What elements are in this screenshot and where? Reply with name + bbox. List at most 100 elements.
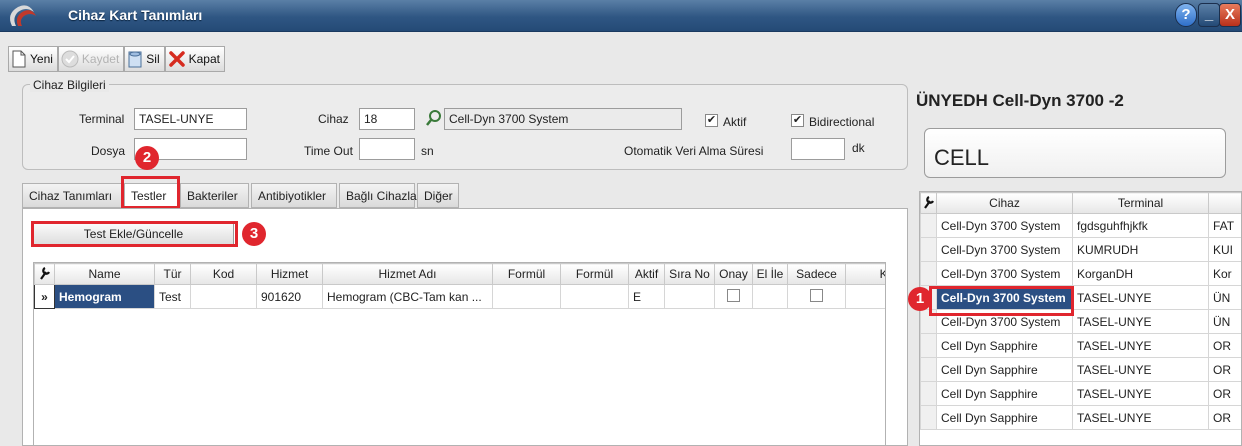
- device-row[interactable]: Cell Dyn Sapphire TASEL-UNYE OR: [920, 405, 1241, 430]
- cell-tur[interactable]: Test: [154, 284, 191, 309]
- cell-terminal[interactable]: fgdsguhfhjkfk: [1072, 213, 1209, 238]
- cell-cihaz[interactable]: Cell Dyn Sapphire: [936, 357, 1073, 382]
- magnifier-icon[interactable]: [425, 109, 443, 127]
- close-window-button[interactable]: X: [1219, 3, 1241, 27]
- device-id-input[interactable]: 18: [359, 108, 415, 130]
- title-bar: Cihaz Kart Tanımları ? _ X: [0, 0, 1242, 32]
- active-checkbox[interactable]: ✔: [705, 114, 718, 127]
- cell-terminal[interactable]: TASEL-UNYE: [1072, 333, 1209, 358]
- sadece-checkbox[interactable]: [810, 288, 823, 302]
- cell-extra[interactable]: OR: [1208, 357, 1241, 382]
- tab-connected-devices[interactable]: Bağlı Cihazlar: [339, 183, 421, 208]
- cell-formul-1[interactable]: [492, 284, 561, 309]
- table-row[interactable]: » Hemogram Test 901620 Hemogram (CBC-Tam…: [34, 284, 885, 309]
- document-icon: [12, 50, 26, 68]
- cell-sira-no[interactable]: [664, 284, 715, 309]
- cell-hizmet-adi[interactable]: Hemogram (CBC-Tam kan ...: [322, 284, 493, 309]
- new-button[interactable]: Yeni: [8, 46, 58, 72]
- col-sadece[interactable]: Sadece: [787, 263, 846, 285]
- cell-cihaz[interactable]: Cell-Dyn 3700 System: [936, 237, 1073, 262]
- col-terminal[interactable]: Terminal: [1072, 192, 1209, 214]
- device-row[interactable]: Cell Dyn Sapphire TASEL-UNYE OR: [920, 333, 1241, 358]
- tests-grid-header: Name Tür Kod Hizmet Hizmet Adı Formül Fo…: [34, 263, 885, 285]
- device-row[interactable]: Cell-Dyn 3700 System KorganDH Kor: [920, 261, 1241, 286]
- cell-terminal[interactable]: TASEL-UNYE: [1072, 309, 1209, 334]
- cell-sadece[interactable]: [787, 284, 846, 309]
- cell-terminal[interactable]: KUMRUDH: [1072, 237, 1209, 262]
- cell-formul-2[interactable]: [560, 284, 629, 309]
- highlight-selected-device: [929, 286, 1074, 316]
- cell-terminal[interactable]: TASEL-UNYE: [1072, 381, 1209, 406]
- row-indicator: [920, 381, 937, 406]
- cell-extra[interactable]: OR: [1208, 405, 1241, 430]
- tab-device-definitions[interactable]: Cihaz Tanımları: [22, 183, 122, 208]
- cell-name[interactable]: Hemogram: [54, 284, 155, 309]
- cell-extra[interactable]: FAT: [1208, 213, 1241, 238]
- col-el-ile[interactable]: El İle: [752, 263, 788, 285]
- device-name-field: Cell-Dyn 3700 System: [444, 108, 682, 130]
- device-grid-settings[interactable]: [920, 192, 937, 214]
- cell-kod[interactable]: [190, 284, 257, 309]
- cell-terminal[interactable]: KorganDH: [1072, 261, 1209, 286]
- help-button[interactable]: ?: [1175, 3, 1197, 27]
- cell-terminal[interactable]: TASEL-UNYE: [1072, 285, 1209, 310]
- cell-cihaz[interactable]: Cell-Dyn 3700 System: [936, 261, 1073, 286]
- highlight-tests-tab: [121, 176, 180, 209]
- terminal-input[interactable]: TASEL-UNYE: [134, 108, 247, 130]
- cell-hizmet[interactable]: 901620: [256, 284, 323, 309]
- wrench-icon: [923, 195, 934, 209]
- cell-kay[interactable]: [845, 284, 885, 309]
- cell-extra[interactable]: OR: [1208, 333, 1241, 358]
- save-button[interactable]: Kaydet: [57, 46, 125, 72]
- device-search-box[interactable]: CELL: [924, 128, 1226, 178]
- cell-extra[interactable]: OR: [1208, 381, 1241, 406]
- cell-extra[interactable]: ÜN: [1208, 309, 1241, 334]
- col-name[interactable]: Name: [54, 263, 155, 285]
- grid-settings[interactable]: [34, 263, 55, 285]
- device-row[interactable]: Cell Dyn Sapphire TASEL-UNYE OR: [920, 381, 1241, 406]
- onay-checkbox[interactable]: [727, 288, 740, 302]
- device-row[interactable]: Cell-Dyn 3700 System fgdsguhfhjkfk FAT: [920, 213, 1241, 238]
- auto-fetch-input[interactable]: [791, 138, 845, 160]
- cell-cihaz[interactable]: Cell Dyn Sapphire: [936, 333, 1073, 358]
- cell-extra[interactable]: KUI: [1208, 237, 1241, 262]
- col-aktif[interactable]: Aktif: [628, 263, 665, 285]
- step-1-badge: 1: [908, 287, 932, 311]
- close-button[interactable]: Kapat: [164, 46, 225, 72]
- col-hizmet[interactable]: Hizmet: [256, 263, 323, 285]
- timeout-input[interactable]: [359, 138, 415, 160]
- cell-aktif[interactable]: E: [628, 284, 665, 309]
- delete-button-label: Sil: [146, 52, 160, 66]
- tab-other[interactable]: Diğer: [417, 183, 459, 208]
- col-formul-1[interactable]: Formül: [492, 263, 561, 285]
- timeout-unit: sn: [421, 144, 434, 158]
- minimize-button[interactable]: _: [1198, 3, 1220, 27]
- cell-el-ile[interactable]: [752, 284, 788, 309]
- bidirectional-checkbox[interactable]: ✔: [791, 114, 804, 127]
- col-kay[interactable]: Kay: [845, 263, 885, 285]
- col-formul-2[interactable]: Formül: [560, 263, 629, 285]
- col-onay[interactable]: Onay: [714, 263, 753, 285]
- cell-cihaz[interactable]: Cell Dyn Sapphire: [936, 405, 1073, 430]
- cell-cihaz[interactable]: Cell-Dyn 3700 System: [936, 213, 1073, 238]
- tab-bacteria[interactable]: Bakteriler: [180, 183, 249, 208]
- cell-cihaz[interactable]: Cell Dyn Sapphire: [936, 381, 1073, 406]
- cell-extra[interactable]: ÜN: [1208, 285, 1241, 310]
- cell-onay[interactable]: [714, 284, 753, 309]
- col-extra[interactable]: [1208, 192, 1241, 214]
- col-tur[interactable]: Tür: [154, 263, 191, 285]
- col-sira-no[interactable]: Sıra No: [664, 263, 715, 285]
- cell-terminal[interactable]: TASEL-UNYE: [1072, 405, 1209, 430]
- device-info-title: Cihaz Bilgileri: [30, 78, 109, 92]
- delete-button[interactable]: Sil: [124, 46, 165, 72]
- col-cihaz[interactable]: Cihaz: [936, 192, 1073, 214]
- tab-antibiotics[interactable]: Antibiyotikler: [251, 183, 337, 208]
- bidirectional-label: Bidirectional: [809, 115, 875, 129]
- cell-terminal[interactable]: TASEL-UNYE: [1072, 357, 1209, 382]
- col-hizmet-adi[interactable]: Hizmet Adı: [322, 263, 493, 285]
- cell-extra[interactable]: Kor: [1208, 261, 1241, 286]
- row-indicator: [920, 357, 937, 382]
- device-row[interactable]: Cell Dyn Sapphire TASEL-UNYE OR: [920, 357, 1241, 382]
- device-row[interactable]: Cell-Dyn 3700 System KUMRUDH KUI: [920, 237, 1241, 262]
- col-kod[interactable]: Kod: [190, 263, 257, 285]
